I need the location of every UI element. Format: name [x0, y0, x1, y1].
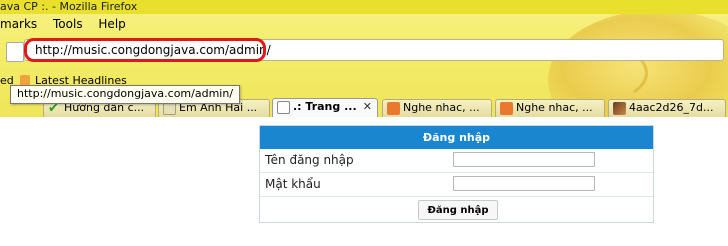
tab-label: Nghe nhac, ...	[516, 101, 593, 114]
tab-label: 4aac2d26_7d...	[629, 101, 714, 114]
login-form: Đăng nhập Tên đăng nhập Mật khẩu Đăng nh…	[259, 125, 654, 223]
username-input[interactable]	[453, 152, 595, 167]
photo-icon	[613, 102, 626, 115]
username-label: Tên đăng nhập	[265, 153, 354, 167]
login-button[interactable]: Đăng nhập	[418, 200, 498, 220]
tab-label: Nghe nhac, ...	[403, 101, 480, 114]
tab-image[interactable]: 4aac2d26_7d...	[608, 99, 726, 117]
menu-bar: marks Tools Help	[0, 15, 400, 34]
submit-row: Đăng nhập	[260, 197, 653, 224]
page-icon	[277, 101, 290, 114]
tab-nghe-nhac-1[interactable]: Nghe nhac, ...	[382, 99, 492, 117]
password-input[interactable]	[453, 176, 595, 191]
password-row: Mật khẩu	[260, 173, 653, 197]
window-title: ava CP :. - Mozilla Firefox	[0, 0, 728, 14]
login-title: Đăng nhập	[260, 126, 653, 149]
address-bar[interactable]: http://music.congdongjava.com/admin/	[24, 39, 724, 61]
password-label: Mật khẩu	[265, 177, 321, 191]
username-row: Tên đăng nhập	[260, 149, 653, 173]
close-tab-icon[interactable]: ✕	[363, 99, 372, 115]
site-identity-icon[interactable]	[6, 42, 24, 62]
menu-help[interactable]: Help	[98, 17, 125, 31]
menu-bookmarks[interactable]: marks	[0, 17, 37, 31]
menu-tools[interactable]: Tools	[53, 17, 83, 31]
music-icon	[500, 102, 513, 115]
tab-label: .: Trang ...	[293, 100, 357, 113]
navigation-toolbar: http://music.congdongjava.com/admin/	[0, 38, 728, 64]
music-icon	[387, 102, 400, 115]
tab-trang-active[interactable]: .: Trang ... ✕	[272, 98, 378, 117]
url-tooltip: http://music.congdongjava.com/admin/	[10, 85, 241, 104]
tab-nghe-nhac-2[interactable]: Nghe nhac, ...	[495, 99, 605, 117]
